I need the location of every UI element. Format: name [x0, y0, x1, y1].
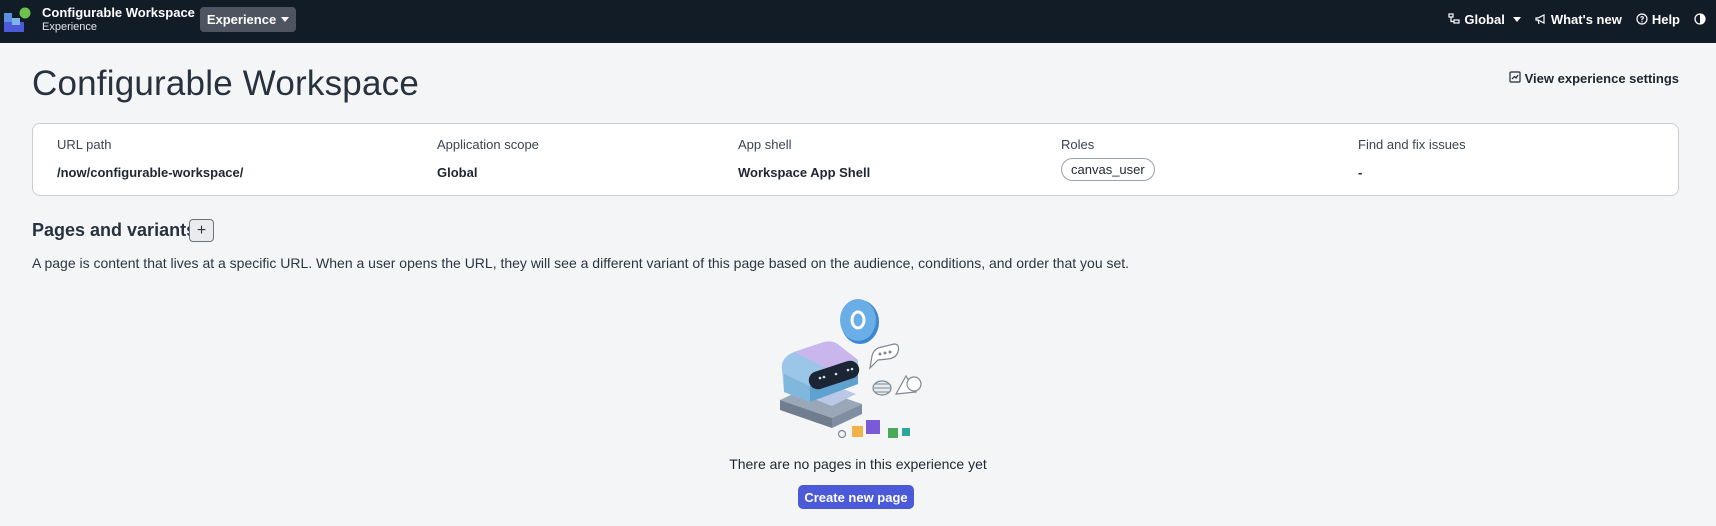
app-title: Configurable Workspace	[42, 5, 195, 20]
issues-value: -	[1358, 165, 1363, 180]
app-scope-column: Application scope Global	[437, 137, 539, 180]
scope-menu-button[interactable]: Global	[1448, 11, 1521, 27]
app-logo-icon	[4, 7, 31, 32]
role-pill[interactable]: canvas_user	[1061, 158, 1155, 181]
experience-menu-label: Experience	[206, 12, 277, 27]
chevron-down-icon	[1512, 16, 1521, 22]
view-settings-label: View experience settings	[1524, 71, 1679, 86]
settings-chart-icon	[1509, 71, 1521, 86]
help-label: Help	[1651, 11, 1680, 27]
issues-label: Find and fix issues	[1358, 137, 1466, 152]
top-right-actions: Global What's new Help	[1448, 0, 1706, 38]
pages-section-description: A page is content that lives at a specif…	[32, 255, 1130, 271]
roles-column: Roles canvas_user	[1061, 137, 1155, 181]
whats-new-label: What's new	[1550, 11, 1622, 27]
contrast-icon	[1694, 13, 1706, 25]
app-scope-label: Application scope	[437, 137, 539, 152]
app-shell-value: Workspace App Shell	[738, 165, 871, 180]
app-shell-column: App shell Workspace App Shell	[738, 137, 870, 180]
url-path-label: URL path	[57, 137, 112, 152]
app-shell-label: App shell	[738, 137, 792, 152]
issues-column: Find and fix issues -	[1358, 137, 1466, 180]
app-scope-value: Global	[437, 165, 478, 180]
theme-toggle-button[interactable]	[1694, 13, 1706, 25]
chevron-down-icon	[281, 17, 290, 22]
url-path-column: URL path /now/configurable-workspace/	[57, 137, 243, 180]
empty-state-message: There are no pages in this experience ye…	[729, 456, 987, 472]
pages-section-title: Pages and variants	[32, 220, 197, 240]
empty-state-illustration	[780, 299, 922, 439]
scope-tree-icon	[1448, 13, 1460, 25]
help-circle-icon	[1636, 13, 1648, 25]
create-new-page-button[interactable]: Create new page	[798, 485, 914, 509]
add-page-button[interactable]: +	[189, 219, 214, 242]
top-navigation-bar: Configurable Workspace Experience Experi…	[0, 0, 1716, 43]
view-experience-settings-link[interactable]: View experience settings	[1509, 71, 1679, 86]
whats-new-button[interactable]: What's new	[1535, 12, 1622, 27]
page-title: Configurable Workspace	[32, 64, 420, 103]
help-button[interactable]: Help	[1636, 12, 1680, 27]
app-subtitle: Experience	[42, 21, 98, 33]
scope-menu-label: Global	[1464, 11, 1505, 27]
megaphone-icon	[1535, 13, 1547, 25]
experience-menu-button[interactable]: Experience	[200, 7, 296, 32]
experience-details-card: URL path /now/configurable-workspace/ Ap…	[32, 123, 1679, 196]
url-path-value: /now/configurable-workspace/	[57, 165, 244, 180]
roles-label: Roles	[1061, 137, 1095, 152]
